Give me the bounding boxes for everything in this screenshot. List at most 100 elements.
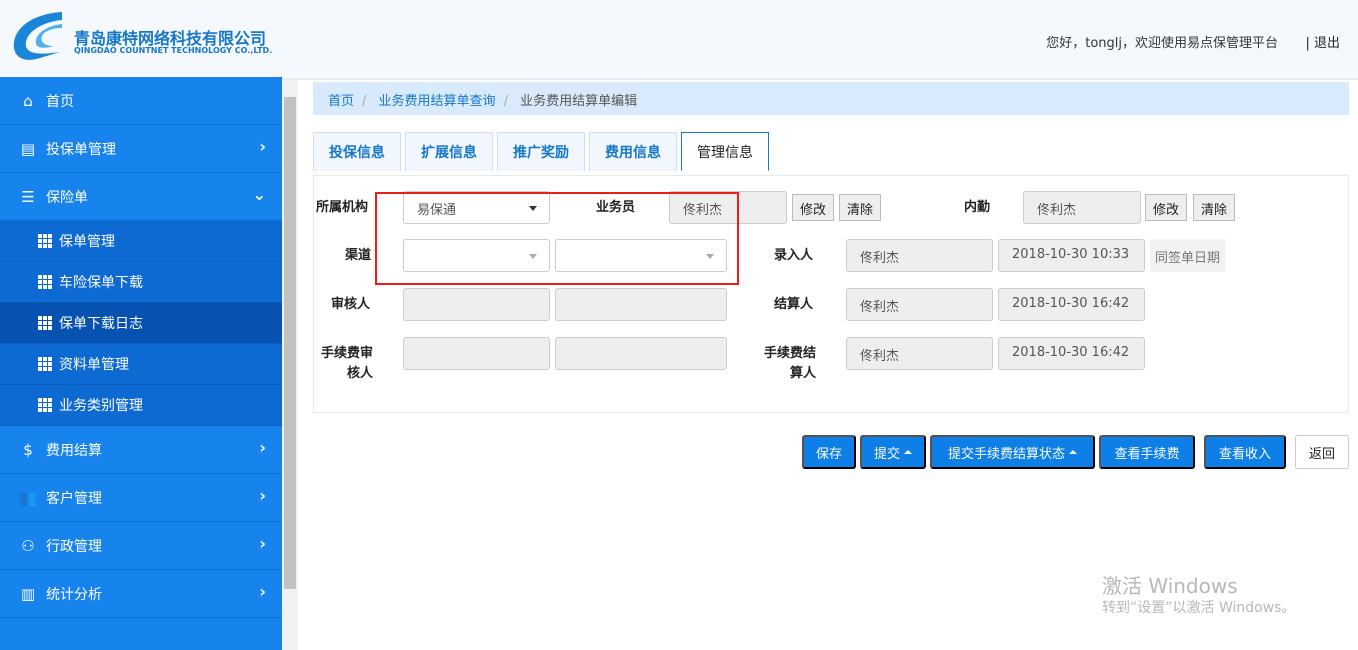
sidebar-item-stats[interactable]: ▥ 统计分析 ›: [0, 570, 282, 618]
breadcrumb-query[interactable]: 业务费用结算单查询: [379, 94, 496, 109]
sidebar-item-customers[interactable]: 👥 客户管理 ›: [0, 474, 282, 522]
entry-label: 录入人: [774, 248, 814, 263]
back-label: 返回: [1308, 445, 1335, 461]
sidebar-sub-policy-manage[interactable]: 保单管理: [0, 221, 282, 262]
sidebar-sub-label: 保单管理: [59, 234, 115, 250]
tab-promotion-reward[interactable]: 推广奖励: [497, 132, 585, 171]
reviewer-field-2[interactable]: [555, 288, 727, 321]
chevron-right-icon: ›: [259, 534, 266, 553]
sidebar-item-label: 首页: [46, 93, 74, 110]
breadcrumb: 首页 / 业务费用结算单查询 / 业务费用结算单编辑: [313, 82, 1349, 115]
sidebar-item-admin[interactable]: ⚇ 行政管理 ›: [0, 522, 282, 570]
settler-field[interactable]: 佟利杰: [846, 288, 993, 321]
fee-reviewer-label: 手续费审核人: [320, 346, 373, 381]
view-fee-label: 查看手续费: [1114, 445, 1180, 461]
internal-clear-button[interactable]: 清除: [1193, 194, 1236, 221]
sidebar-sub-materials[interactable]: 资料单管理: [0, 344, 282, 385]
fee-reviewer-field-1[interactable]: [403, 337, 550, 370]
grid-icon: [38, 398, 52, 412]
chevron-right-icon: ›: [259, 438, 266, 457]
settle-time-field[interactable]: 2018-10-30 16:42: [998, 288, 1145, 321]
tab-management-info[interactable]: 管理信息: [681, 132, 769, 171]
greeting-text: 您好，tonglj，欢迎使用易点保管理平台: [1046, 36, 1278, 51]
save-button[interactable]: 保存: [802, 435, 856, 469]
list-icon: ☰: [21, 187, 35, 206]
view-income-button[interactable]: 查看收入: [1204, 435, 1286, 469]
fee-reviewer-field-2[interactable]: [555, 337, 727, 370]
sidebar-item-policy[interactable]: ☰ 保险单 ⌄: [0, 173, 282, 221]
sidebar-item-settlement[interactable]: $ 费用结算 ›: [0, 426, 282, 474]
submit-fee-status-label: 提交手续费结算状态: [947, 445, 1065, 461]
salesman-modify-button[interactable]: 修改: [792, 194, 835, 221]
bar-chart-icon: ▥: [20, 584, 36, 603]
chevron-right-icon: ›: [259, 137, 266, 156]
group-icon: ⚇: [21, 536, 35, 555]
reviewer-label: 审核人: [331, 297, 371, 312]
org-label: 所属机构: [316, 200, 369, 215]
internal-label: 内勤: [964, 200, 991, 215]
grid-icon: [38, 357, 52, 371]
sidebar-sub-auto-download[interactable]: 车险保单下载: [0, 262, 282, 303]
salesman-clear-button[interactable]: 清除: [839, 194, 882, 221]
fee-settle-time-field[interactable]: 2018-10-30 16:42: [998, 337, 1145, 370]
fee-settler-field[interactable]: 佟利杰: [846, 337, 993, 370]
sidebar-item-proposal[interactable]: ▤ 投保单管理 ›: [0, 125, 282, 173]
submit-fee-status-button[interactable]: 提交手续费结算状态: [930, 435, 1095, 469]
internal-modify-button[interactable]: 修改: [1145, 194, 1188, 221]
grid-icon: [38, 316, 52, 330]
caret-up-icon: [1069, 450, 1077, 454]
back-button[interactable]: 返回: [1295, 435, 1349, 469]
sidebar-sub-label: 车险保单下载: [59, 275, 143, 291]
sidebar-item-label: 行政管理: [46, 538, 102, 555]
money-bag-icon: $: [23, 440, 33, 459]
sidebar-item-label: 保险单: [46, 189, 88, 206]
tab-insure-info[interactable]: 投保信息: [313, 132, 401, 171]
sidebar-sub-label: 业务类别管理: [59, 398, 143, 414]
sidebar-sub-download-log[interactable]: 保单下载日志: [0, 303, 282, 344]
breadcrumb-current: 业务费用结算单编辑: [520, 94, 638, 109]
users-icon: 👥: [18, 488, 38, 507]
sidebar-item-more[interactable]: [0, 618, 282, 650]
chevron-down-icon: ⌄: [252, 185, 266, 204]
settler-label: 结算人: [774, 297, 814, 312]
sidebar-item-label: 客户管理: [46, 490, 102, 507]
chevron-right-icon: ›: [259, 486, 266, 505]
reviewer-field-1[interactable]: [403, 288, 550, 321]
company-logo: [13, 12, 62, 60]
tab-fee-info[interactable]: 费用信息: [589, 132, 677, 171]
sidebar-item-label: 统计分析: [46, 586, 102, 603]
company-name-en: QINGDAO COUNTNET TECHNOLOGY CO.,LTD.: [74, 46, 273, 55]
caret-up-icon: [904, 450, 912, 454]
chevron-right-icon: ›: [259, 582, 266, 601]
activation-watermark-title: 激活 Windows: [1102, 574, 1238, 598]
sidebar-item-label: 投保单管理: [46, 141, 116, 158]
internal-field[interactable]: 佟利杰: [1023, 191, 1141, 224]
submit-label: 提交: [874, 445, 901, 461]
sidebar-item-home[interactable]: ⌂ 首页: [0, 77, 282, 125]
logout-link[interactable]: | 退出: [1305, 32, 1340, 51]
sidebar-item-label: 费用结算: [46, 442, 102, 459]
grid-icon: [38, 234, 52, 248]
sidebar: ⌂ 首页 ▤ 投保单管理 › ☰ 保险单 ⌄ 保单管理 车险保单下载 保单下载日志 资料单…: [0, 77, 282, 650]
channel-label: 渠道: [345, 248, 372, 263]
tab-extended-info[interactable]: 扩展信息: [405, 132, 493, 171]
breadcrumb-home[interactable]: 首页: [328, 94, 354, 109]
same-as-sign-date[interactable]: 同签单日期: [1150, 239, 1226, 272]
home-icon: ⌂: [23, 91, 33, 110]
view-income-label: 查看收入: [1218, 445, 1271, 461]
sidebar-sub-label: 资料单管理: [59, 357, 129, 373]
tab-bar: 投保信息 扩展信息 推广奖励 费用信息 管理信息: [313, 132, 773, 171]
document-icon: ▤: [20, 139, 36, 158]
entry-time-field[interactable]: 2018-10-30 10:33: [998, 239, 1145, 272]
sidebar-sub-label: 保单下载日志: [59, 316, 143, 332]
view-fee-button[interactable]: 查看手续费: [1099, 435, 1195, 469]
entry-person-field[interactable]: 佟利杰: [846, 239, 993, 272]
header: 青岛康特网络科技有限公司 QINGDAO COUNTNET TECHNOLOGY…: [0, 0, 1358, 80]
sidebar-scrollbar-thumb[interactable]: [284, 97, 296, 589]
grid-icon: [38, 275, 52, 289]
submit-button[interactable]: 提交: [860, 435, 926, 469]
highlight-box: [375, 192, 739, 285]
activation-watermark-text: 转到“设置”以激活 Windows。: [1102, 600, 1296, 616]
save-label: 保存: [816, 445, 843, 461]
sidebar-sub-business-type[interactable]: 业务类别管理: [0, 385, 282, 426]
